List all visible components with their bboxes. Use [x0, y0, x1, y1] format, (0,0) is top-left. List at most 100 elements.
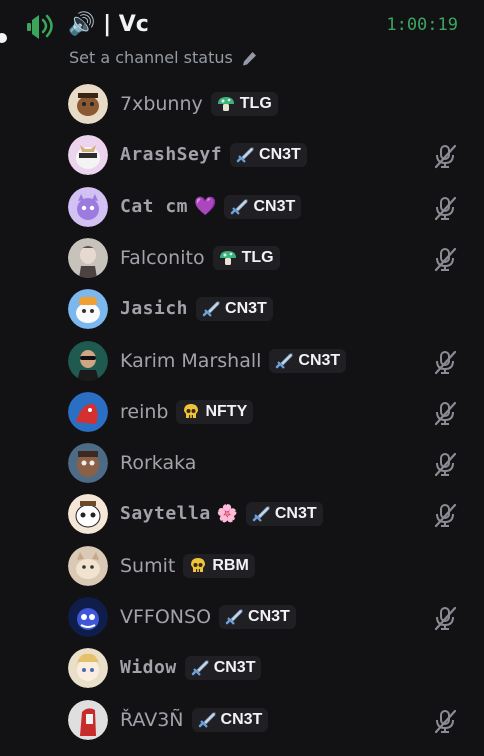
avatar[interactable]	[68, 597, 108, 637]
server-tag-badge[interactable]: CN3T	[196, 297, 273, 322]
server-tag-label: CN3T	[298, 351, 341, 369]
voice-member-row[interactable]: Cat cm 💜 CN3T	[0, 183, 484, 231]
member-name-group: Sumit RBM	[120, 542, 255, 590]
avatar[interactable]	[68, 289, 108, 330]
server-tag-badge[interactable]: TLG	[210, 92, 278, 116]
avatar[interactable]	[68, 84, 108, 124]
member-name[interactable]: Rorkaka	[120, 451, 196, 475]
server-tag-badge[interactable]: TLG	[212, 245, 280, 270]
sword-icon	[197, 711, 217, 729]
voice-channel-header[interactable]: 🔊 | Vc 1:00:19 Set a channel status	[0, 0, 484, 80]
member-name[interactable]: ArashSeyf	[120, 143, 222, 167]
voice-member-row[interactable]: Widow CN3T	[0, 644, 484, 692]
member-name-group: VFFONSO CN3T	[120, 593, 296, 641]
member-name[interactable]: Widow	[120, 656, 177, 680]
member-name-group: Cat cm 💜 CN3T	[120, 183, 302, 231]
avatar[interactable]	[68, 135, 108, 176]
avatar[interactable]	[68, 494, 108, 535]
set-channel-status-button[interactable]: Set a channel status	[69, 47, 258, 69]
voice-member-row[interactable]: reinb NFTY	[0, 388, 484, 436]
sword-icon	[201, 300, 221, 318]
voice-member-row[interactable]: ŘAV3Ñ CN3T	[0, 696, 484, 744]
avatar[interactable]	[68, 443, 108, 484]
server-tag-label: CN3T	[253, 197, 296, 215]
avatar[interactable]	[68, 699, 108, 740]
server-tag-badge[interactable]: NFTY	[176, 399, 254, 424]
server-tag-badge[interactable]: CN3T	[269, 348, 347, 373]
voice-member-row[interactable]: Sumit RBM	[0, 542, 484, 590]
speaker-icon: 🔊	[68, 12, 96, 37]
mushroom-icon	[218, 249, 238, 267]
member-name-group: Karim Marshall CN3T	[120, 337, 347, 385]
muted-mic-icon	[434, 350, 457, 374]
sword-icon	[229, 198, 249, 216]
member-name[interactable]: Sumit	[120, 554, 175, 578]
sword-icon	[224, 608, 244, 626]
member-name[interactable]: Jasich	[120, 297, 188, 321]
voice-member-row[interactable]: 7xbunny TLG	[0, 80, 484, 128]
skull-icon	[181, 403, 201, 421]
server-tag-label: CN3T	[259, 146, 301, 164]
unread-indicator	[0, 33, 7, 43]
muted-mic-icon	[434, 401, 457, 425]
member-name[interactable]: 7xbunny	[120, 92, 203, 116]
member-name[interactable]: Karim Marshall	[120, 349, 261, 373]
channel-status-placeholder: Set a channel status	[69, 48, 233, 67]
voice-member-row[interactable]: Saytella 🌸 CN3T	[0, 490, 484, 538]
sword-icon	[235, 146, 255, 164]
avatar[interactable]	[68, 340, 108, 381]
pencil-icon	[242, 51, 256, 65]
avatar[interactable]	[68, 545, 108, 586]
muted-mic-icon	[434, 145, 457, 169]
avatar[interactable]	[68, 391, 108, 432]
avatar[interactable]	[68, 186, 108, 227]
server-tag-badge[interactable]: CN3T	[219, 605, 296, 629]
member-name-group: Jasich CN3T	[120, 285, 273, 333]
server-tag-badge[interactable]: CN3T	[184, 656, 262, 681]
server-tag-label: CN3T	[220, 710, 263, 728]
muted-mic-icon	[434, 709, 457, 733]
avatar[interactable]	[68, 648, 108, 689]
flower-icon: 🌸	[216, 504, 238, 525]
server-tag-badge[interactable]: CN3T	[230, 143, 307, 168]
server-tag-badge[interactable]: RBM	[183, 553, 255, 578]
server-tag-badge[interactable]: CN3T	[191, 707, 269, 732]
skull-icon	[188, 557, 208, 575]
member-name-group: ŘAV3Ñ CN3T	[120, 696, 269, 744]
member-name[interactable]: Cat cm	[120, 195, 188, 219]
muted-mic-icon	[434, 452, 457, 477]
muted-mic-icon	[434, 504, 457, 528]
member-name[interactable]: reinb	[120, 400, 168, 424]
member-name[interactable]: Saytella	[120, 502, 211, 526]
mushroom-icon	[216, 95, 236, 113]
server-tag-label: NFTY	[205, 402, 248, 420]
channel-title[interactable]: 🔊 | Vc	[68, 11, 149, 39]
call-timer: 1:00:19	[386, 15, 458, 35]
member-name[interactable]: Falconito	[120, 246, 205, 270]
purple-heart-icon: 💜	[194, 196, 217, 218]
voice-member-row[interactable]: Rorkaka	[0, 439, 484, 487]
sword-icon	[274, 352, 294, 370]
connected-voice-icon	[27, 14, 53, 39]
server-tag-label: CN3T	[225, 300, 267, 318]
member-name-group: Saytella 🌸 CN3T	[120, 490, 323, 538]
server-tag-badge[interactable]: CN3T	[224, 194, 302, 219]
server-tag-badge[interactable]: CN3T	[245, 502, 323, 527]
voice-member-row[interactable]: ArashSeyf CN3T	[0, 131, 484, 179]
member-name[interactable]: VFFONSO	[120, 605, 211, 629]
voice-member-row[interactable]: Jasich CN3T	[0, 285, 484, 333]
voice-member-row[interactable]: VFFONSO CN3T	[0, 593, 484, 641]
voice-member-row[interactable]: Falconito TLG	[0, 234, 484, 282]
muted-mic-icon	[434, 606, 457, 631]
server-tag-label: CN3T	[213, 659, 256, 677]
avatar[interactable]	[68, 237, 108, 278]
member-name-group: reinb NFTY	[120, 388, 254, 436]
voice-member-row[interactable]: Karim Marshall CN3T	[0, 337, 484, 385]
member-name[interactable]: ŘAV3Ñ	[120, 708, 184, 732]
server-tag-label: CN3T	[248, 608, 290, 625]
member-name-group: Widow CN3T	[120, 644, 262, 692]
muted-mic-icon	[434, 196, 457, 220]
member-name-group: 7xbunny TLG	[120, 80, 278, 128]
member-name-group: Falconito TLG	[120, 234, 280, 282]
channel-name: | Vc	[103, 12, 149, 37]
